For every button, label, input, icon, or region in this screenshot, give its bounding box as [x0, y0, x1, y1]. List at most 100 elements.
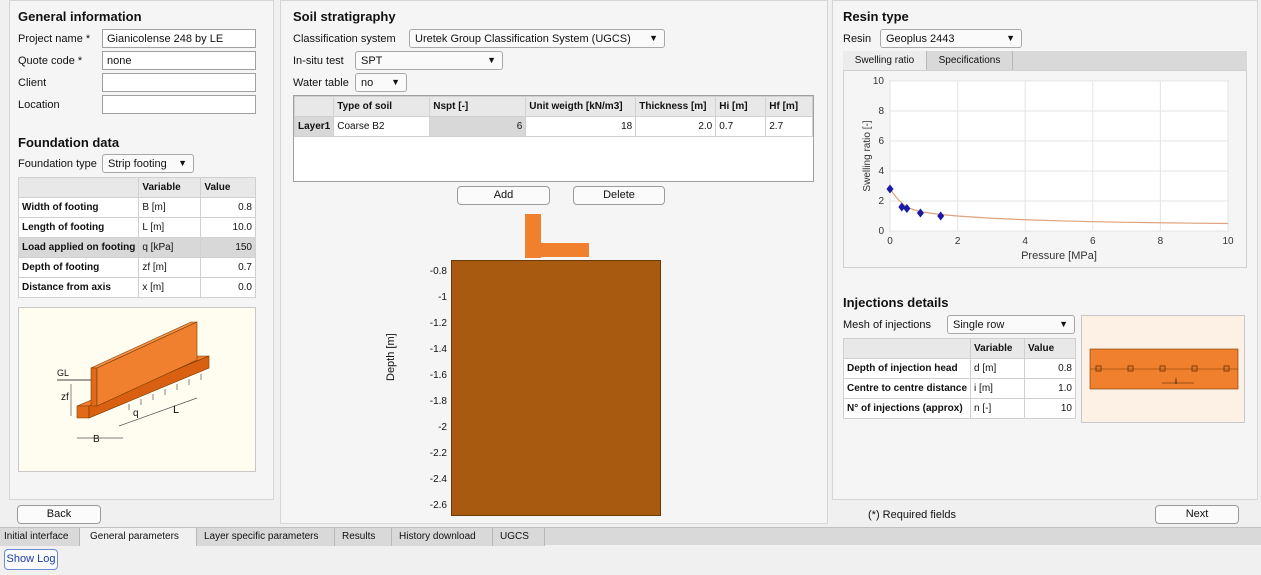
row-name: Length of footing [17, 217, 140, 238]
next-button[interactable]: Next [1155, 505, 1239, 524]
row-value[interactable]: 150 [200, 237, 256, 258]
x-tick-label: 0 [887, 236, 893, 247]
l-label: L [173, 404, 180, 416]
injections-details-title: Injections details [843, 295, 949, 310]
layers-header-hf: Hf [m] [765, 96, 813, 117]
table-row[interactable]: Centre to centre distance i [m] 1.0 [842, 378, 1076, 399]
table-row[interactable]: Depth of footing zf [m] 0.7 [17, 257, 256, 278]
tab-ugcs[interactable]: UGCS [493, 528, 545, 546]
row-value[interactable]: 0.0 [200, 277, 256, 298]
row-value[interactable]: 10 [1024, 398, 1076, 419]
injections-table: Variable Value Depth of injection head d… [842, 338, 1076, 419]
delete-layer-button[interactable]: Delete [573, 186, 665, 205]
y-tick-label: 0 [878, 226, 884, 237]
x-tick-label: 10 [1222, 236, 1234, 247]
layer-thickness[interactable]: 2.0 [635, 116, 717, 137]
layer-type[interactable]: Coarse B2 [333, 116, 431, 137]
tab-layer-specific-parameters[interactable]: Layer specific parameters [197, 528, 335, 546]
x-axis-label: Pressure [MPa] [1021, 250, 1097, 262]
chevron-down-icon: ▼ [649, 33, 658, 43]
row-value[interactable]: 0.7 [200, 257, 256, 278]
layer-hf: 2.7 [765, 116, 813, 137]
tab-specifications[interactable]: Specifications [927, 51, 1013, 70]
soil-layer-block [451, 260, 661, 516]
mesh-label: Mesh of injections [843, 319, 932, 331]
swelling-ratio-chart: 0 2 4 6 8 10 0 2 4 6 8 10 Pressure [MPa] Swelling rat… [862, 76, 1234, 262]
y-axis-label: Swelling ratio [-] [862, 120, 873, 191]
project-name-input[interactable]: Gianicolense 248 by LE [102, 29, 256, 48]
layers-header-unit-weight: Unit weigth [kN/m3] [525, 96, 637, 117]
location-input[interactable] [102, 95, 256, 114]
layer-hi: 0.7 [715, 116, 767, 137]
depth-tick: -2.4 [429, 474, 447, 485]
depth-ticks: -0.8 -1 -1.2 -1.4 -1.6 -1.8 -2 -2.2 -2.4… [411, 260, 447, 516]
tab-swelling-ratio[interactable]: Swelling ratio [843, 51, 927, 70]
row-value[interactable]: 1.0 [1024, 378, 1076, 399]
chevron-down-icon: ▼ [178, 158, 187, 168]
table-row[interactable]: Length of footing L [m] 10.0 [17, 217, 256, 238]
main-tab-bar: Initial interface General parameters Lay… [0, 527, 1261, 546]
mesh-value: Single row [953, 319, 1005, 331]
table-row[interactable]: Distance from axis x [m] 0.0 [17, 277, 256, 298]
y-tick-label: 10 [873, 76, 885, 87]
depth-tick: -1.2 [429, 318, 447, 329]
foundation-header-variable: Variable [138, 177, 202, 198]
table-row[interactable]: Load applied on footing q [kPa] 150 [17, 237, 256, 258]
layers-table-container: Type of soil Nspt [-] Unit weigth [kN/m3… [293, 95, 814, 182]
layers-header-type: Type of soil [333, 96, 431, 117]
tab-initial-interface[interactable]: Initial interface [0, 528, 80, 546]
table-row[interactable]: N° of injections (approx) n [-] 10 [842, 398, 1076, 419]
row-name: N° of injections (approx) [842, 398, 972, 419]
client-label: Client [18, 77, 47, 89]
resin-tabs: Swelling ratio Specifications [843, 51, 1247, 70]
y-tick-label: 6 [878, 136, 884, 147]
depth-tick: -2.6 [429, 500, 447, 511]
depth-tick: -2 [438, 422, 447, 433]
quote-code-label: Quote code * [18, 55, 83, 67]
foundation-type-value: Strip footing [108, 158, 167, 170]
water-table-select[interactable]: no ▼ [355, 73, 407, 92]
row-variable: q [kPa] [138, 237, 202, 258]
row-value[interactable]: 10.0 [200, 217, 256, 238]
layers-header-thickness: Thickness [m] [635, 96, 717, 117]
b-label: B [93, 434, 100, 445]
x-tick-label: 2 [955, 236, 961, 247]
tab-general-parameters[interactable]: General parameters [80, 528, 197, 546]
insitu-test-value: SPT [361, 55, 383, 67]
row-value[interactable]: 0.8 [200, 197, 256, 218]
classification-select[interactable]: Uretek Group Classification System (UGCS… [409, 29, 665, 48]
tab-history-download[interactable]: History download [392, 528, 493, 546]
resin-select[interactable]: Geoplus 2443 ▼ [880, 29, 1022, 48]
back-button[interactable]: Back [17, 505, 101, 524]
show-log-button[interactable]: Show Log [4, 549, 58, 570]
required-fields-note: (*) Required fields [868, 509, 957, 521]
table-row[interactable]: Depth of injection head d [m] 0.8 [842, 358, 1076, 379]
table-row[interactable]: Width of footing B [m] 0.8 [17, 197, 256, 218]
chevron-down-icon: ▼ [1006, 33, 1015, 43]
mesh-select[interactable]: Single row ▼ [947, 315, 1075, 334]
add-layer-button[interactable]: Add [457, 186, 550, 205]
insitu-test-select[interactable]: SPT ▼ [355, 51, 503, 70]
chevron-down-icon: ▼ [1059, 319, 1068, 329]
general-info-title: General information [18, 9, 142, 24]
foundation-type-select[interactable]: Strip footing ▼ [102, 154, 194, 173]
tab-results[interactable]: Results [335, 528, 392, 546]
l-dimension-line [118, 397, 198, 427]
client-input[interactable] [102, 73, 256, 92]
footing-base-front [76, 405, 90, 419]
resin-type-title: Resin type [843, 9, 909, 24]
quote-code-input[interactable]: none [102, 51, 256, 70]
soil-stratigraphy-title: Soil stratigraphy [293, 9, 396, 24]
row-variable: B [m] [138, 197, 202, 218]
resin-label: Resin [843, 33, 872, 45]
depth-tick: -2.2 [429, 448, 447, 459]
layers-table: Type of soil Nspt [-] Unit weigth [kN/m3… [293, 96, 813, 137]
plot-area [889, 80, 1229, 232]
row-value[interactable]: 0.8 [1024, 358, 1076, 379]
q-label: q [133, 408, 139, 419]
layer-unit-weight[interactable]: 18 [525, 116, 637, 137]
layer-nspt[interactable]: 6 [429, 116, 527, 137]
table-row[interactable]: Layer1 Coarse B2 6 18 2.0 0.7 2.7 [293, 116, 813, 137]
foundation-header-value: Value [200, 177, 256, 198]
x-tick-label: 6 [1090, 236, 1096, 247]
